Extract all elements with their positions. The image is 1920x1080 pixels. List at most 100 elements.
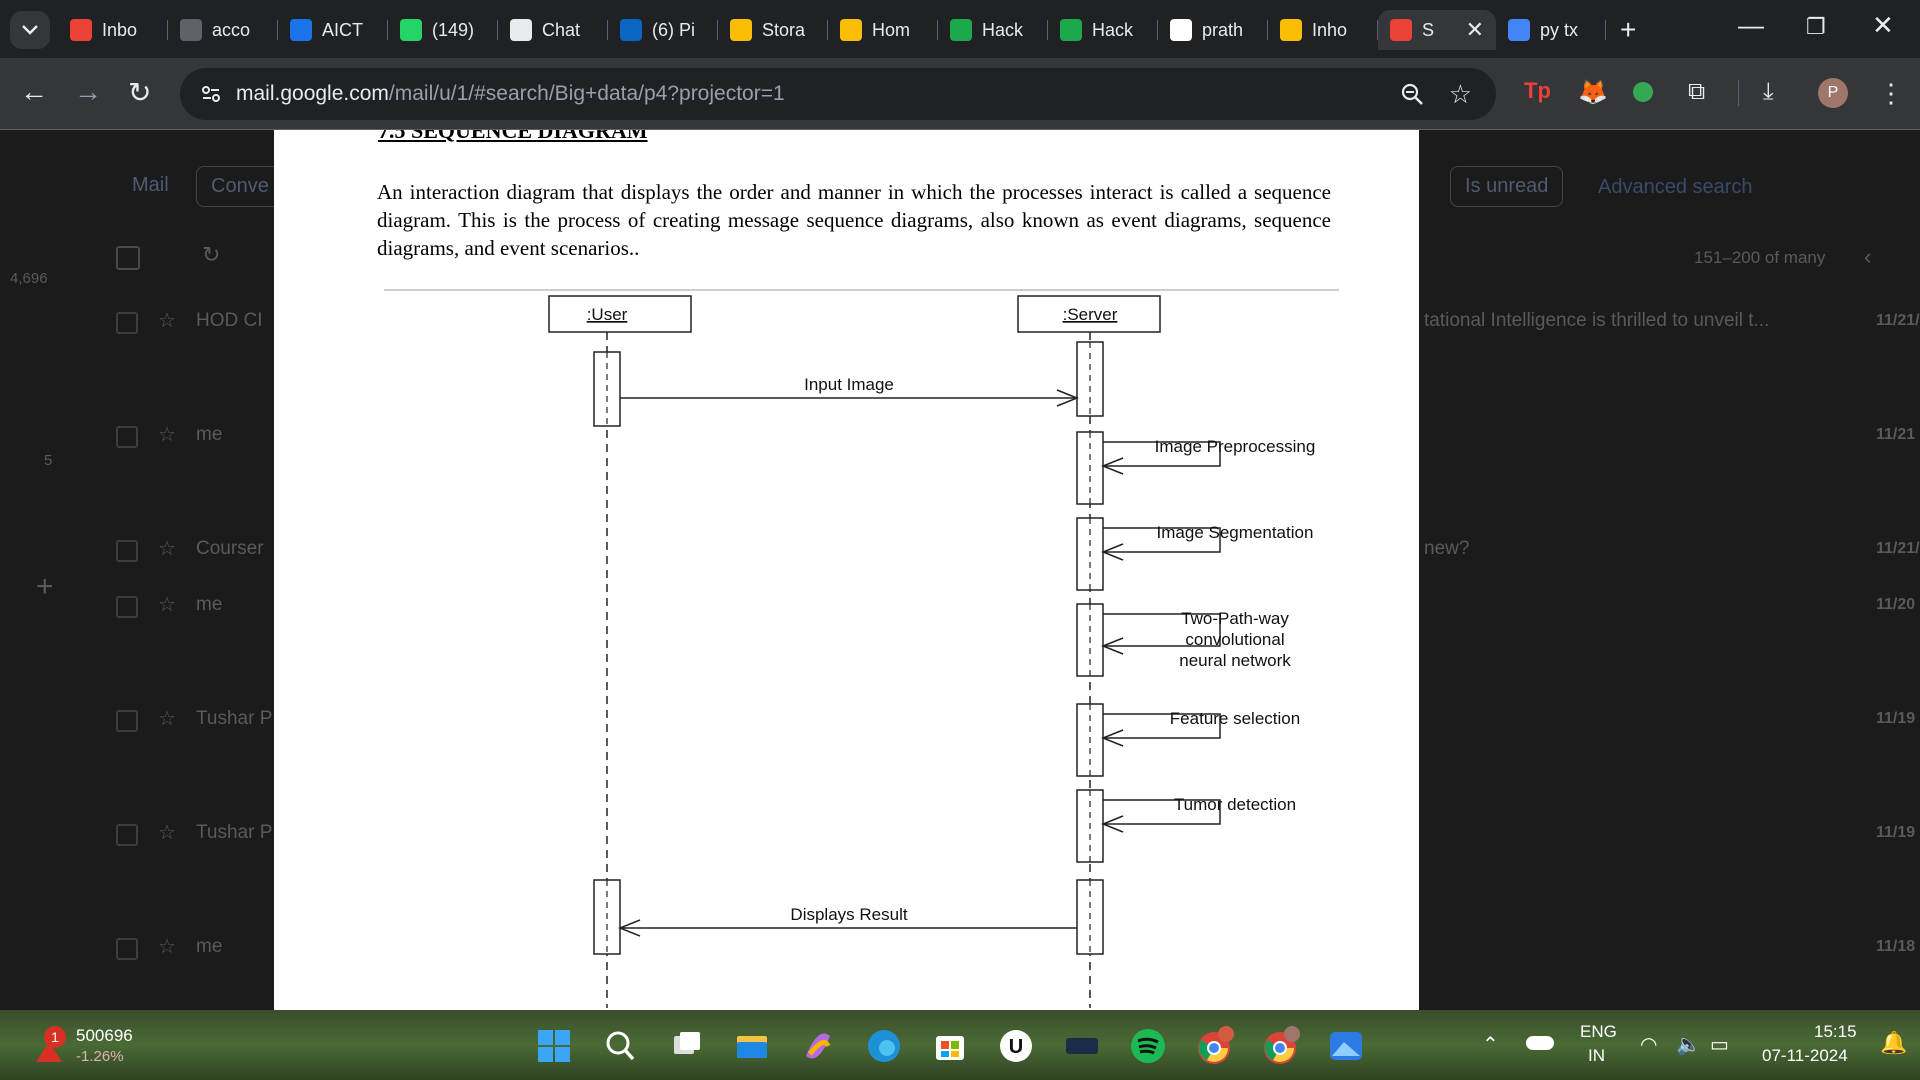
tab-list: Inbo acco AICT (149) Chat (6) Pi Stora Hom Hack H… — [58, 8, 1636, 52]
new-tab-button[interactable]: + — [1620, 14, 1636, 46]
message-label-3-line-0: Two-Path-way — [1181, 609, 1289, 628]
copilot-icon[interactable] — [798, 1026, 838, 1066]
volume-icon[interactable]: 🔈 — [1676, 1032, 1701, 1057]
browser-tab[interactable]: AICT — [278, 10, 388, 50]
message-label-3-line-1: convolutional — [1185, 630, 1284, 649]
prev-page-icon[interactable]: ‹ — [1864, 244, 1871, 270]
message-label-5: Tumor detection — [1174, 795, 1296, 814]
profile-avatar[interactable]: P — [1818, 78, 1848, 108]
star-icon[interactable]: ☆ — [158, 308, 176, 333]
star-icon[interactable]: ☆ — [158, 706, 176, 731]
stock-value: 500696 — [76, 1026, 133, 1045]
browser-tab[interactable]: py tx — [1496, 10, 1606, 50]
section-paragraph: An interaction diagram that displays the… — [377, 180, 1331, 260]
edge-icon[interactable] — [864, 1026, 904, 1066]
row-checkbox[interactable] — [116, 426, 138, 448]
message-label-2: Image Segmentation — [1157, 523, 1314, 542]
browser-tab[interactable]: Hom — [828, 10, 938, 50]
browser-menu-icon[interactable]: ⋮ — [1878, 78, 1904, 109]
select-all-checkbox[interactable] — [116, 246, 140, 270]
lifeline-server-label: :Server — [1063, 305, 1118, 324]
photos-icon[interactable] — [1326, 1026, 1366, 1066]
browser-tab[interactable]: Chat — [498, 10, 608, 50]
taskbar-search-icon[interactable] — [600, 1026, 640, 1066]
u-app-icon[interactable]: U — [996, 1026, 1036, 1066]
address-bar[interactable]: mail.google.com/mail/u/1/#search/Big+dat… — [180, 68, 1496, 120]
minimize-icon[interactable]: — — [1738, 10, 1764, 41]
clock-date[interactable]: 07-11-2024 — [1762, 1046, 1848, 1066]
google-icon — [1508, 19, 1530, 41]
chrome-profile-2-icon[interactable] — [1260, 1026, 1300, 1066]
battery-icon[interactable]: ▭ — [1710, 1032, 1729, 1057]
advanced-search-link[interactable]: Advanced search — [1598, 176, 1753, 199]
star-icon[interactable]: ☆ — [158, 934, 176, 959]
store-icon[interactable] — [930, 1026, 970, 1066]
extensions-puzzle-icon[interactable]: ⧉ — [1688, 78, 1705, 106]
task-view-icon[interactable] — [666, 1026, 706, 1066]
file-explorer-icon[interactable] — [732, 1026, 772, 1066]
row-checkbox[interactable] — [116, 540, 138, 562]
spotify-icon[interactable] — [1128, 1026, 1168, 1066]
browser-tab[interactable]: acco — [168, 10, 278, 50]
language-top[interactable]: ENG — [1580, 1022, 1617, 1042]
star-icon[interactable]: ☆ — [158, 820, 176, 845]
reload-icon[interactable]: ↻ — [128, 76, 151, 109]
browser-tab[interactable]: Inbo — [58, 10, 168, 50]
browser-tab[interactable]: (149) — [388, 10, 498, 50]
tab-title: Stora — [762, 19, 806, 40]
site-info-icon[interactable] — [200, 83, 222, 105]
language-bottom[interactable]: IN — [1588, 1046, 1605, 1066]
show-hidden-icons[interactable]: ⌃ — [1482, 1032, 1499, 1057]
close-tab-icon[interactable]: ✕ — [1466, 17, 1484, 43]
conversations-tab[interactable]: Conve — [196, 166, 284, 207]
back-icon[interactable]: ← — [20, 76, 48, 108]
browser-tab[interactable]: Inho — [1268, 10, 1378, 50]
tab-title: (6) Pi — [652, 19, 696, 40]
mail-tab[interactable]: Mail — [118, 166, 183, 205]
download-icon[interactable]: ⤓ — [1763, 78, 1774, 106]
row-date: 11/20 — [1876, 596, 1916, 613]
toolbar-divider — [1738, 80, 1739, 106]
row-date: 11/19 — [1876, 824, 1916, 841]
wifi-icon[interactable]: ◠ — [1640, 1032, 1657, 1057]
whatsapp-icon — [400, 19, 422, 41]
start-button[interactable] — [534, 1026, 574, 1066]
tab-title: prath — [1202, 19, 1244, 40]
tab-search-button[interactable] — [10, 11, 50, 49]
star-icon[interactable]: ☆ — [158, 592, 176, 617]
row-checkbox[interactable] — [116, 824, 138, 846]
windows-logo-icon — [538, 1030, 570, 1062]
tab-title: Hack — [982, 19, 1024, 40]
restore-icon[interactable]: ❐ — [1806, 14, 1826, 40]
row-checkbox[interactable] — [116, 710, 138, 732]
bookmark-star-icon[interactable]: ☆ — [1449, 79, 1472, 110]
chatgpt-icon — [510, 19, 532, 41]
row-checkbox[interactable] — [116, 596, 138, 618]
refresh-icon[interactable]: ↻ — [202, 242, 220, 268]
tab-title: Hom — [872, 19, 911, 40]
is-unread-chip[interactable]: Is unread — [1450, 166, 1564, 207]
metamask-icon[interactable]: 🦊 — [1578, 78, 1608, 107]
browser-tab[interactable]: (6) Pi — [608, 10, 718, 50]
row-sender: Tushar P — [196, 822, 273, 843]
hotstar-icon[interactable] — [1062, 1026, 1102, 1066]
row-checkbox[interactable] — [116, 938, 138, 960]
extension-green-icon[interactable] — [1633, 82, 1653, 102]
star-icon[interactable]: ☆ — [158, 536, 176, 561]
star-icon[interactable]: ☆ — [158, 422, 176, 447]
browser-tab[interactable]: prath — [1158, 10, 1268, 50]
notification-bell-icon[interactable]: 🔔 — [1880, 1030, 1907, 1056]
forward-icon[interactable]: → — [74, 76, 102, 108]
extension-tp-icon[interactable]: Tp — [1524, 78, 1551, 104]
browser-tab[interactable]: Hack — [938, 10, 1048, 50]
onedrive-icon[interactable] — [1526, 1036, 1554, 1050]
row-checkbox[interactable] — [116, 312, 138, 334]
browser-tab[interactable]: Hack — [1048, 10, 1158, 50]
browser-tab[interactable]: Stora — [718, 10, 828, 50]
close-window-icon[interactable]: ✕ — [1872, 10, 1894, 41]
clock-time[interactable]: 15:15 — [1814, 1022, 1857, 1042]
chrome-profile-1-icon[interactable] — [1194, 1026, 1234, 1066]
stock-widget[interactable]: 1 500696 -1.26% — [30, 1020, 170, 1070]
browser-tab[interactable]: S ✕ — [1378, 10, 1496, 50]
zoom-icon[interactable] — [1400, 82, 1424, 106]
